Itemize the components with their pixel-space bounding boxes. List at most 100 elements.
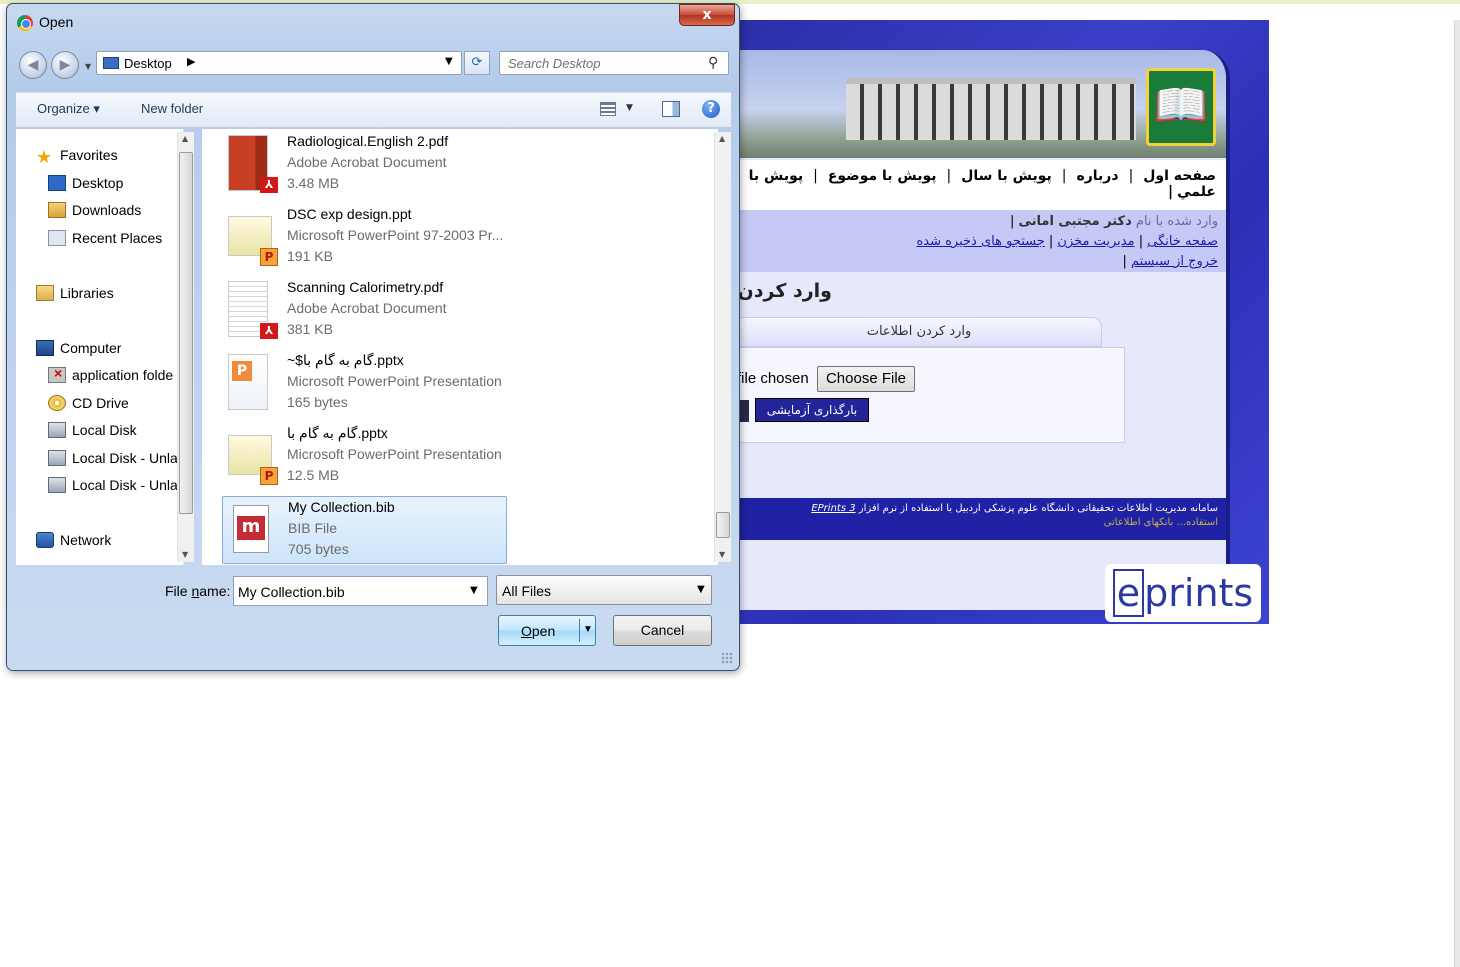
nav-cd-drive[interactable]: CD Drive xyxy=(48,395,129,411)
nav-network[interactable]: Network xyxy=(36,532,111,548)
address-location[interactable]: Desktop xyxy=(124,56,172,71)
powerpoint-icon: P xyxy=(260,467,278,485)
scroll-down-arrow-icon[interactable]: ▼ xyxy=(719,550,725,559)
help-icon[interactable]: ? xyxy=(702,100,720,118)
file-type-value: All Files xyxy=(502,583,552,599)
computer-icon xyxy=(36,340,54,356)
site-nav: صفحه اول|درباره|پویش با سال|پویش با موضو… xyxy=(736,160,1226,210)
eprints-link[interactable]: EPrints 3 xyxy=(811,503,855,514)
local-disk-icon xyxy=(48,422,66,438)
file-name-input[interactable]: My Collection.bib ▼ xyxy=(233,576,488,606)
file-item[interactable]: ⅄ Scanning Calorimetry.pdf Adobe Acrobat… xyxy=(222,277,507,345)
logout-link[interactable]: خروج از سیستم xyxy=(1131,254,1218,269)
recent-locations-dropdown[interactable]: ▼ xyxy=(85,62,91,71)
eprints-logo: e prints xyxy=(1105,564,1261,622)
open-file-dialog: Open x ◀ ▶ ▼ Desktop ▶ ▼ ⟳ Search Deskto… xyxy=(6,3,740,671)
scroll-thumb[interactable] xyxy=(716,512,730,538)
nav-local-disk[interactable]: Local Disk xyxy=(48,422,137,438)
file-name-label: File name: xyxy=(165,583,231,599)
nav-local-disk-unlabeled-2[interactable]: Local Disk - Unla xyxy=(48,477,184,493)
refresh-button[interactable]: ⟳ xyxy=(464,51,490,75)
star-icon: ★ xyxy=(36,147,53,165)
dialog-title: Open xyxy=(39,14,74,30)
file-type: Microsoft PowerPoint Presentation xyxy=(287,373,502,389)
manage-deposits-link[interactable]: مدیریت مخزن xyxy=(1057,234,1134,249)
user-bar: وارد شده با نام دکتر مجتبی امانی | صفحه … xyxy=(736,210,1226,272)
file-size: 3.48 MB xyxy=(287,175,340,191)
powerpoint-icon: P xyxy=(260,248,278,266)
open-button[interactable]: Open ▼ xyxy=(498,615,596,646)
nav-downloads[interactable]: Downloads xyxy=(48,202,141,218)
nav-home-link[interactable]: صفحه اول xyxy=(1143,168,1216,184)
home-page-link[interactable]: صفحه خانگی xyxy=(1147,234,1218,249)
file-name: My Collection.bib xyxy=(288,499,395,515)
desktop-icon xyxy=(48,175,66,191)
file-type: Microsoft PowerPoint Presentation xyxy=(287,446,502,462)
user-name: دکتر مجتبی امانی xyxy=(1018,214,1132,229)
file-name-dropdown-icon[interactable]: ▼ xyxy=(470,585,478,596)
preview-pane-icon[interactable] xyxy=(662,101,680,117)
nav-favorites[interactable]: ★ Favorites xyxy=(36,147,118,165)
scroll-down-arrow-icon[interactable]: ▼ xyxy=(182,550,188,559)
network-icon xyxy=(36,532,54,548)
search-input[interactable]: Search Desktop ⚲ xyxy=(499,51,729,75)
scroll-up-arrow-icon[interactable]: ▲ xyxy=(182,134,188,143)
tab-import-data[interactable]: وارد کردن اطلاعات xyxy=(736,317,1102,347)
nav-application-folder[interactable]: application folde xyxy=(48,367,184,383)
new-folder-button[interactable]: New folder xyxy=(141,101,203,116)
test-upload-button[interactable]: بارگذاری آزمایشی xyxy=(755,398,869,422)
forward-button[interactable]: ▶ xyxy=(51,51,79,79)
file-type: Microsoft PowerPoint 97-2003 Pr... xyxy=(287,227,504,243)
logged-in-label: وارد شده با نام xyxy=(1135,214,1218,229)
chevron-down-icon[interactable]: ▼ xyxy=(697,584,705,595)
nav-desktop[interactable]: Desktop xyxy=(48,175,123,191)
search-placeholder: Search Desktop xyxy=(508,56,601,71)
file-item[interactable]: ~$گام به گام با.pptx Microsoft PowerPoin… xyxy=(222,350,507,418)
scroll-thumb[interactable] xyxy=(179,152,193,514)
university-logo-icon: 📖 xyxy=(1146,68,1216,146)
close-button[interactable]: x xyxy=(679,4,735,26)
nav-browse-year-link[interactable]: پویش با سال xyxy=(961,168,1052,184)
choose-file-button[interactable]: Choose File xyxy=(817,366,915,392)
file-type-select[interactable]: All Files ▼ xyxy=(496,575,712,605)
nav-scientific-link[interactable]: علمي xyxy=(1177,184,1216,200)
file-type: Adobe Acrobat Document xyxy=(287,300,447,316)
open-options-dropdown-icon[interactable]: ▼ xyxy=(583,624,593,635)
file-name: ~$گام به گام با.pptx xyxy=(287,352,404,368)
file-type: BIB File xyxy=(288,520,338,536)
file-name: DSC exp design.ppt xyxy=(287,206,412,222)
nav-pane-scrollbar[interactable]: ▲ ▼ xyxy=(177,132,194,562)
nav-recent-places[interactable]: Recent Places xyxy=(48,230,162,246)
file-name-value[interactable]: My Collection.bib xyxy=(238,584,345,600)
page-title: وارد کردن xyxy=(737,280,832,302)
resize-grip-icon[interactable] xyxy=(721,652,733,664)
scroll-up-arrow-icon[interactable]: ▲ xyxy=(719,134,725,143)
nav-libraries[interactable]: Libraries xyxy=(36,285,114,301)
back-button[interactable]: ◀ xyxy=(19,51,47,79)
browser-scrollbar[interactable] xyxy=(1454,20,1460,967)
file-item[interactable]: P گام به گام با.pptx Microsoft PowerPoin… xyxy=(222,423,507,491)
search-icon[interactable]: ⚲ xyxy=(708,55,718,71)
nav-browse-subject-link[interactable]: پویش با موضوع xyxy=(828,168,937,184)
nav-browse-partial-link[interactable]: پویش با xyxy=(749,168,803,184)
cancel-button[interactable]: Cancel xyxy=(613,615,712,646)
address-bar[interactable]: Desktop ▶ ▼ xyxy=(96,51,462,75)
breadcrumb-chevron-icon[interactable]: ▶ xyxy=(187,55,195,68)
saved-searches-link[interactable]: جستجو های ذخیره شده xyxy=(916,234,1044,249)
change-view-icon[interactable] xyxy=(600,102,616,116)
view-options-dropdown-icon[interactable]: ▼ xyxy=(626,103,633,113)
file-item-selected[interactable]: My Collection.bib BIB File 705 bytes xyxy=(222,496,507,564)
nav-about-link[interactable]: درباره xyxy=(1076,168,1118,184)
organize-button[interactable]: Organize ▾ xyxy=(37,101,100,117)
nav-computer[interactable]: Computer xyxy=(36,340,121,356)
libraries-icon xyxy=(36,285,54,301)
site-footer: سامانه مدیریت اطلاعات تحقیقاتی دانشگاه ع… xyxy=(736,498,1226,540)
file-item[interactable]: P DSC exp design.ppt Microsoft PowerPoin… xyxy=(222,204,507,272)
file-item[interactable]: ⅄ Radiological.English 2.pdf Adobe Acrob… xyxy=(222,131,507,199)
command-bar: Organize ▾ New folder ▼ ? xyxy=(16,92,731,128)
file-list-scrollbar[interactable]: ▲ ▼ xyxy=(714,132,731,562)
nav-local-disk-unlabeled-1[interactable]: Local Disk - Unla xyxy=(48,450,184,466)
file-size: 381 KB xyxy=(287,321,333,337)
address-dropdown-icon[interactable]: ▼ xyxy=(445,56,453,67)
import-form: file chosen Choose File بارگذاری آزمایشی xyxy=(736,347,1125,443)
